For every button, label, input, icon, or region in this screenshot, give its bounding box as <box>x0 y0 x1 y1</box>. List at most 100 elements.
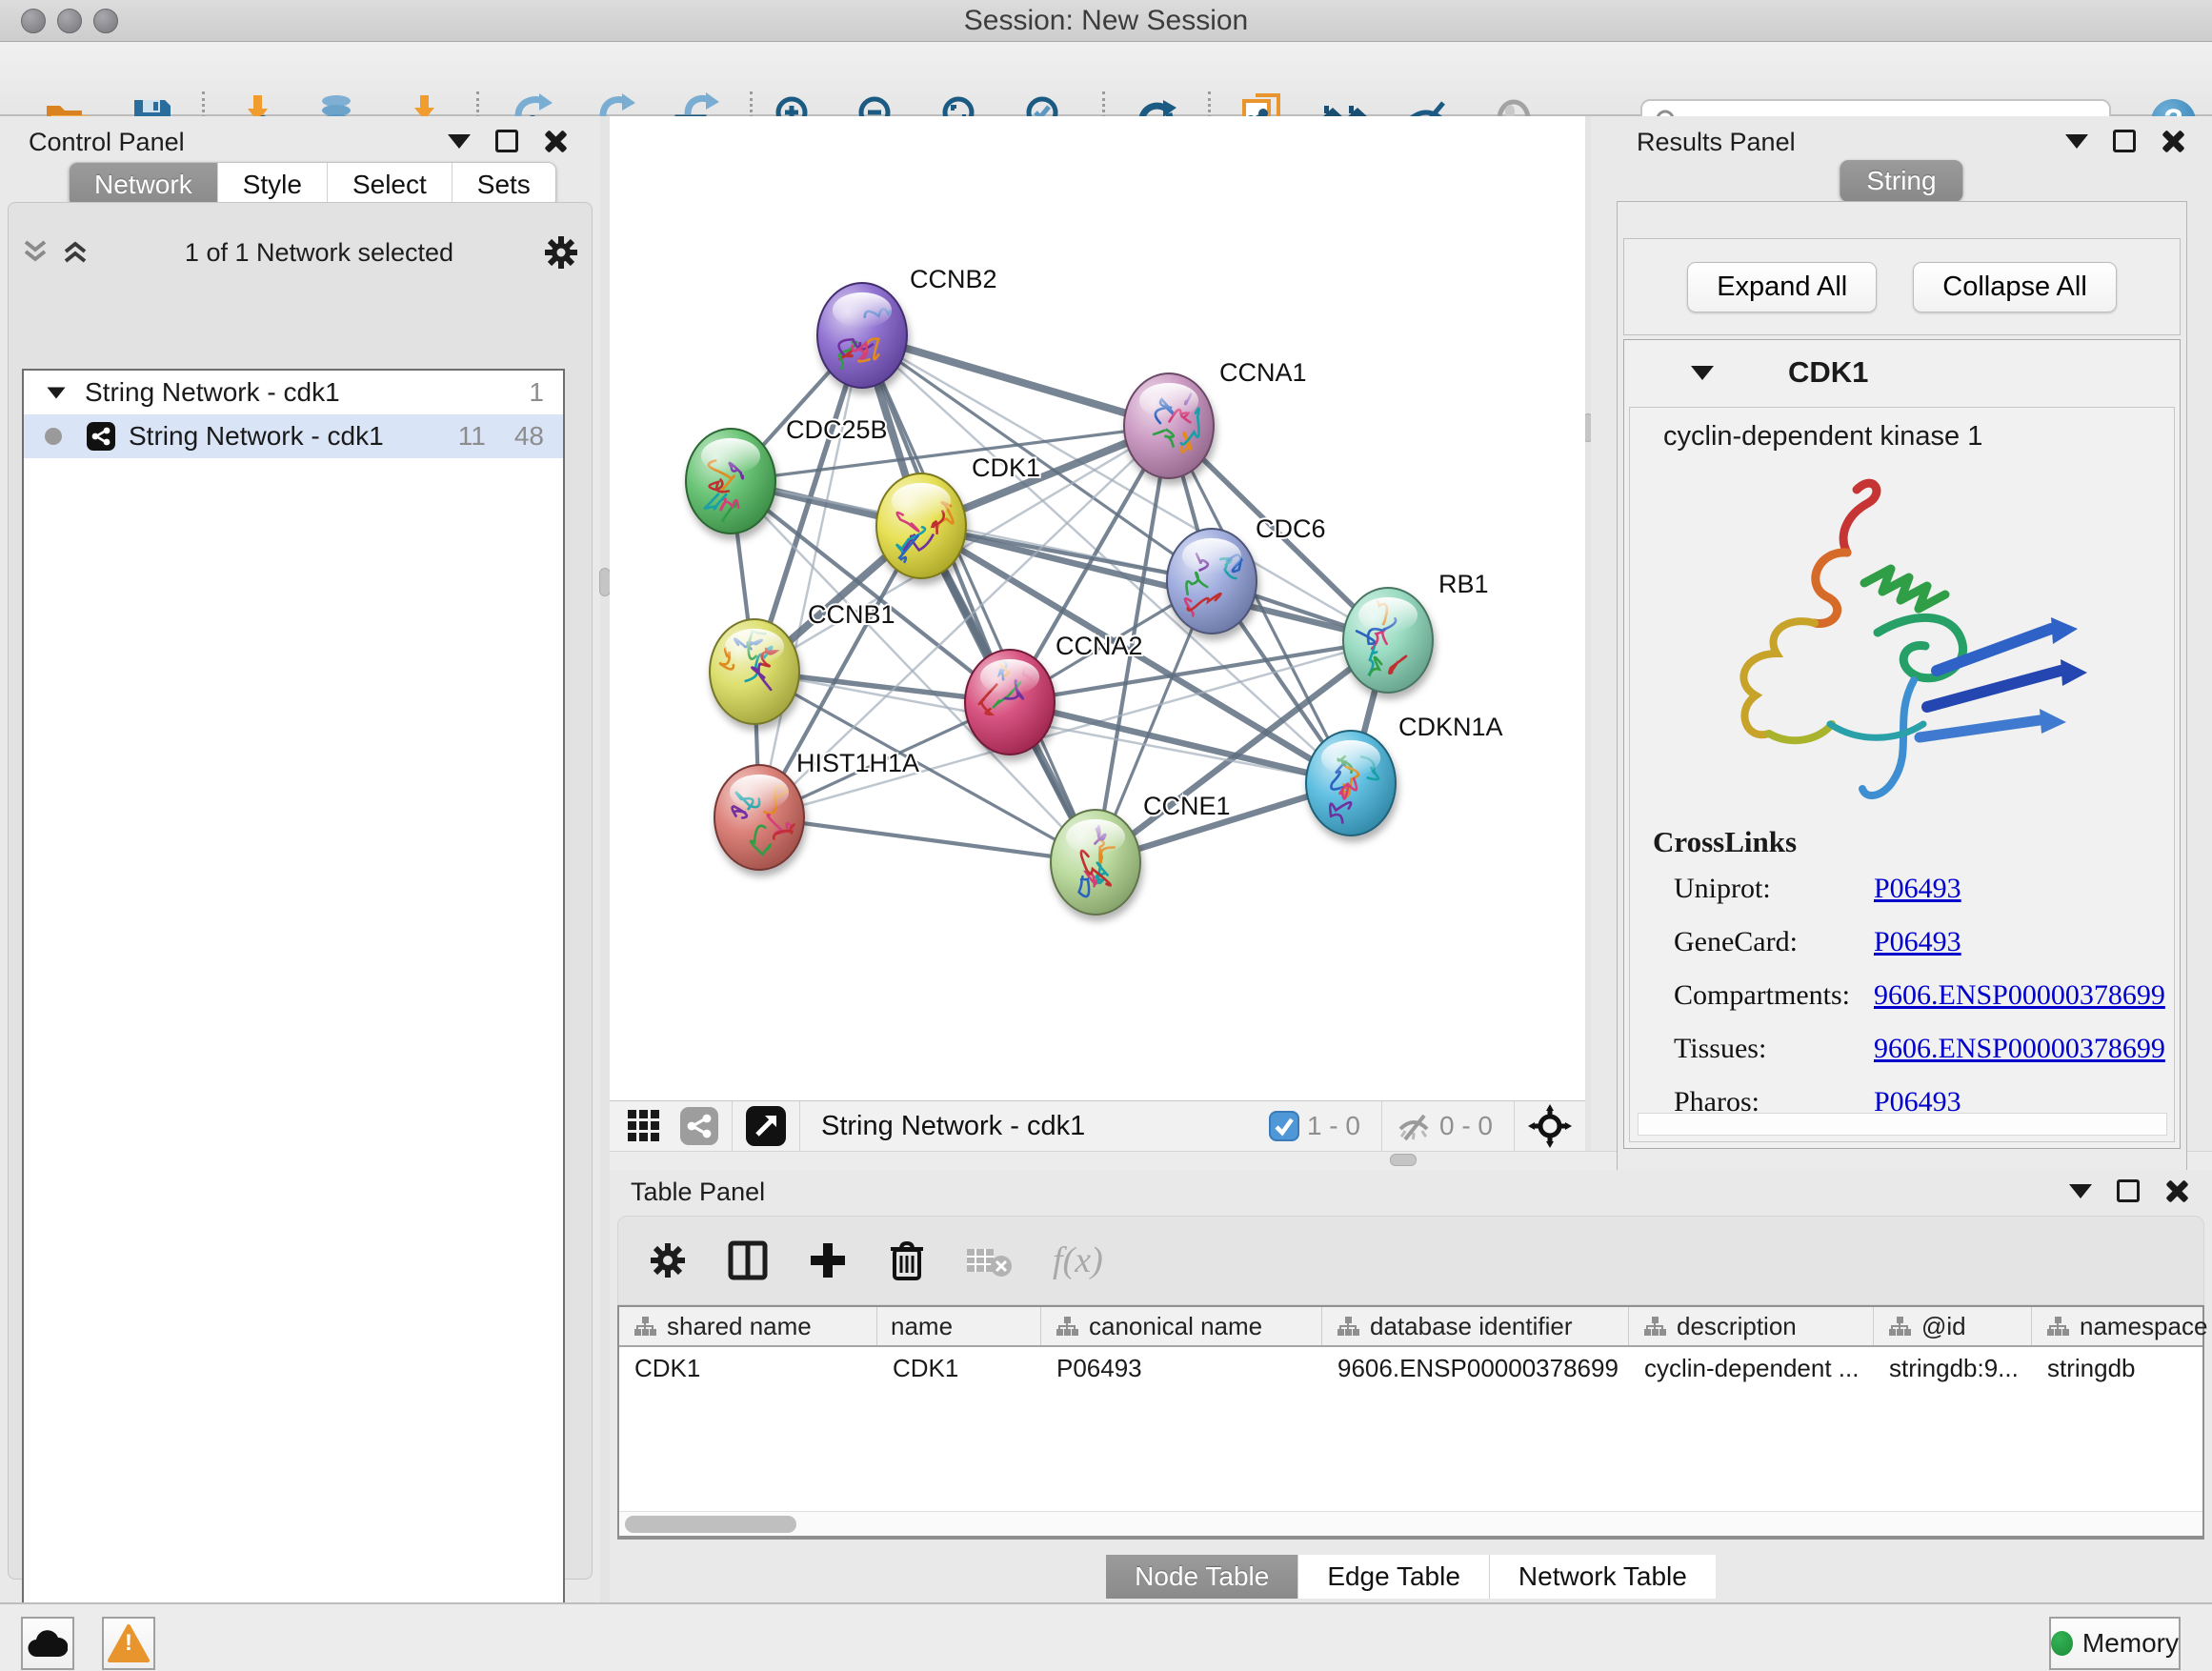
network-edge-count: 48 <box>514 421 544 452</box>
crosslink-label: Uniprot: <box>1674 873 1874 905</box>
window-zoom-button[interactable] <box>93 9 118 33</box>
tab-string[interactable]: String <box>1840 160 1962 202</box>
column-header-description[interactable]: description <box>1629 1307 1874 1345</box>
table-cell[interactable]: cyclin-dependent ... <box>1629 1347 1874 1389</box>
panel-menu-icon[interactable] <box>448 134 471 149</box>
collection-count: 1 <box>529 377 544 408</box>
table-hscrollbar-thumb[interactable] <box>625 1516 796 1533</box>
table-options-gear-icon[interactable] <box>647 1239 689 1281</box>
table-cell[interactable]: CDK1 <box>877 1347 1041 1389</box>
selected-nodes-checkbox-icon[interactable] <box>1269 1111 1299 1141</box>
column-header-name[interactable]: name <box>877 1307 1041 1345</box>
grid-view-icon[interactable] <box>625 1107 663 1145</box>
column-type-icon <box>1055 1315 1079 1338</box>
table-cell[interactable]: stringdb <box>2032 1347 2212 1389</box>
network-badge-icon[interactable] <box>680 1107 718 1145</box>
tab-style[interactable]: Style <box>218 163 328 207</box>
cloud-icon <box>28 1628 68 1659</box>
string-network-graph[interactable]: CCNB2CCNA1CDC25BCDK1CDC6RB1CCNB1CCNA2CDK… <box>610 116 1585 1100</box>
panel-float-icon[interactable] <box>495 130 518 152</box>
table-cell[interactable]: 9606.ENSP00000378699 <box>1322 1347 1629 1389</box>
crosslink-link[interactable]: 9606.ENSP00000378699 <box>1874 1033 2165 1065</box>
cdk1-section: CDK1 cyclin-dependent kinase 1 <box>1623 339 2181 1149</box>
column-header-label: database identifier <box>1370 1312 1572 1341</box>
warnings-button[interactable]: ! <box>102 1617 155 1670</box>
column-header-shared-name[interactable]: shared name <box>619 1307 877 1345</box>
protein-node-CCNB1[interactable] <box>710 619 799 724</box>
network-type-icon <box>87 422 115 451</box>
delete-table-icon-disabled <box>965 1241 1015 1279</box>
section-expander-icon[interactable] <box>1691 366 1714 380</box>
tab-select[interactable]: Select <box>328 163 452 207</box>
protein-node-CDC25B[interactable] <box>686 429 775 534</box>
protein-node-CDKN1A[interactable] <box>1306 731 1396 836</box>
show-columns-icon[interactable] <box>727 1239 769 1281</box>
window-minimize-button[interactable] <box>57 9 82 33</box>
protein-node-CCNA1[interactable] <box>1124 373 1214 478</box>
protein-node-CCNE1[interactable] <box>1051 810 1140 915</box>
results-scrollbar-track[interactable] <box>1638 1113 2167 1136</box>
tab-network[interactable]: Network <box>70 163 218 207</box>
network-options-gear-icon[interactable] <box>542 233 580 272</box>
vertical-splitter-left[interactable] <box>600 116 610 1602</box>
network-collection-row[interactable]: String Network - cdk1 1 <box>24 371 563 414</box>
hidden-counts: 0 - 0 <box>1439 1111 1493 1141</box>
column-header-canonical-name[interactable]: canonical name <box>1041 1307 1322 1345</box>
protein-node-HIST1H1A[interactable] <box>714 765 804 870</box>
splitter-handle[interactable] <box>1390 1154 1417 1166</box>
network-view-canvas[interactable]: CCNB2CCNA1CDC25BCDK1CDC6RB1CCNB1CCNA2CDK… <box>610 116 1585 1100</box>
collection-expander-icon[interactable] <box>47 387 65 398</box>
tab-edge-table[interactable]: Edge Table <box>1298 1555 1490 1599</box>
protein-node-RB1[interactable] <box>1343 588 1433 693</box>
delete-column-trash-icon[interactable] <box>887 1238 927 1282</box>
tab-network-table[interactable]: Network Table <box>1490 1555 1716 1599</box>
cdk1-section-header[interactable]: CDK1 <box>1624 340 2180 405</box>
table-cell[interactable]: P06493 <box>1041 1347 1322 1389</box>
tab-sets[interactable]: Sets <box>452 163 555 207</box>
panel-close-icon[interactable] <box>2161 130 2183 152</box>
expand-all-icon[interactable] <box>62 236 96 269</box>
panel-float-icon[interactable] <box>2113 130 2136 152</box>
crosslink-link[interactable]: 9606.ENSP00000378699 <box>1874 979 2165 1012</box>
column-header-database-identifier[interactable]: database identifier <box>1322 1307 1629 1345</box>
table-tabs: Node TableEdge TableNetwork Table <box>610 1555 2212 1599</box>
protein-node-CDC6[interactable] <box>1167 529 1257 634</box>
collapse-all-button[interactable]: Collapse All <box>1913 262 2117 312</box>
node-label-CCNE1: CCNE1 <box>1143 792 1231 820</box>
table-row[interactable]: CDK1CDK1P064939606.ENSP00000378699cyclin… <box>619 1347 2202 1389</box>
window-close-button[interactable] <box>21 9 46 33</box>
crosslink-row: Compartments:9606.ENSP00000378699 <box>1674 979 2165 1012</box>
cloud-status-button[interactable] <box>21 1617 74 1670</box>
hidden-eye-icon[interactable] <box>1396 1110 1432 1142</box>
collection-label: String Network - cdk1 <box>85 377 340 408</box>
table-cell[interactable]: stringdb:9... <box>1874 1347 2032 1389</box>
panel-float-icon[interactable] <box>2117 1179 2140 1202</box>
protein-node-CCNB2[interactable] <box>817 283 907 388</box>
expand-all-button[interactable]: Expand All <box>1687 262 1877 312</box>
fit-content-crosshair-icon[interactable] <box>1528 1104 1572 1148</box>
node-table: shared namenamecanonical name database id… <box>617 1305 2204 1540</box>
crosslink-label: Tissues: <box>1674 1033 1874 1065</box>
crosslink-link[interactable]: P06493 <box>1874 926 1961 958</box>
selected-counts: 1 - 0 <box>1307 1111 1360 1141</box>
panel-menu-icon[interactable] <box>2069 1184 2092 1198</box>
column-header-namespace[interactable]: namespace <box>2032 1307 2212 1345</box>
birds-eye-view-icon[interactable] <box>746 1106 786 1146</box>
tab-node-table[interactable]: Node Table <box>1106 1555 1298 1599</box>
crosslink-link[interactable]: P06493 <box>1874 873 1961 905</box>
table-cell[interactable]: CDK1 <box>619 1347 877 1389</box>
toolbar-separator <box>732 1101 733 1152</box>
memory-button[interactable]: Memory <box>2049 1617 2181 1670</box>
function-builder-icon: f(x) <box>1053 1239 1103 1281</box>
panel-close-icon[interactable] <box>2164 1179 2187 1202</box>
collapse-all-icon[interactable] <box>22 236 56 269</box>
column-header-@id[interactable]: @id <box>1874 1307 2032 1345</box>
add-column-plus-icon[interactable] <box>807 1239 849 1281</box>
panel-menu-icon[interactable] <box>2065 134 2088 149</box>
table-hscrollbar-track[interactable] <box>619 1511 2202 1536</box>
protein-node-CDK1[interactable] <box>876 473 966 578</box>
panel-close-icon[interactable] <box>543 130 566 152</box>
network-row-selected[interactable]: String Network - cdk1 11 48 <box>24 414 563 458</box>
protein-node-CCNA2[interactable] <box>965 646 1055 755</box>
node-label-RB1: RB1 <box>1438 570 1489 598</box>
